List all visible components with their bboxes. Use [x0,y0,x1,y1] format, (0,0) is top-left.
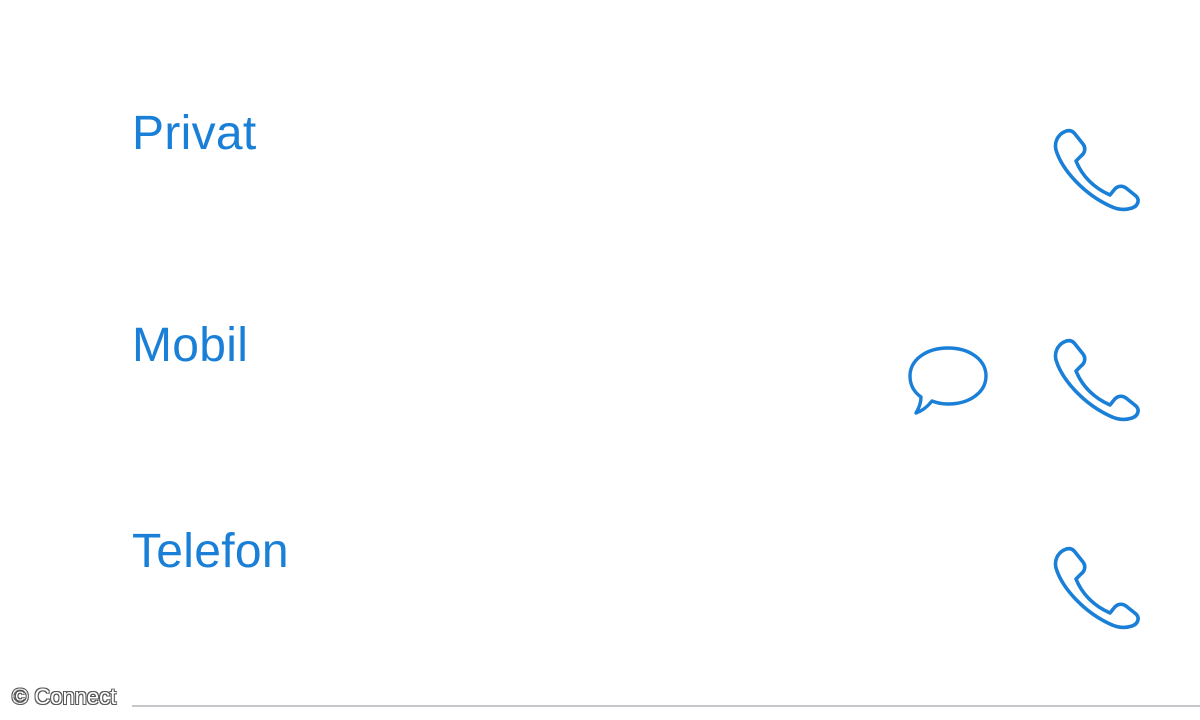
message-bubble-icon[interactable] [904,344,992,418]
contact-row-mobil[interactable]: Mobil [0,210,1200,422]
contact-row-privat[interactable]: Privat [0,0,1200,212]
contact-row-label: Privat [132,107,257,160]
phone-icon[interactable] [1050,128,1142,214]
contact-row-telefon[interactable]: Telefon [0,420,1200,630]
contact-row-label: Telefon [132,525,289,578]
copyright-watermark: © Connect [12,684,117,709]
contact-row-label: Mobil [132,319,249,372]
row-divider [132,705,1200,707]
phone-icon[interactable] [1050,338,1142,424]
phone-icon[interactable] [1050,546,1142,632]
contact-numbers-screen: Privat Mobil Telefon © Connect [0,0,1200,720]
